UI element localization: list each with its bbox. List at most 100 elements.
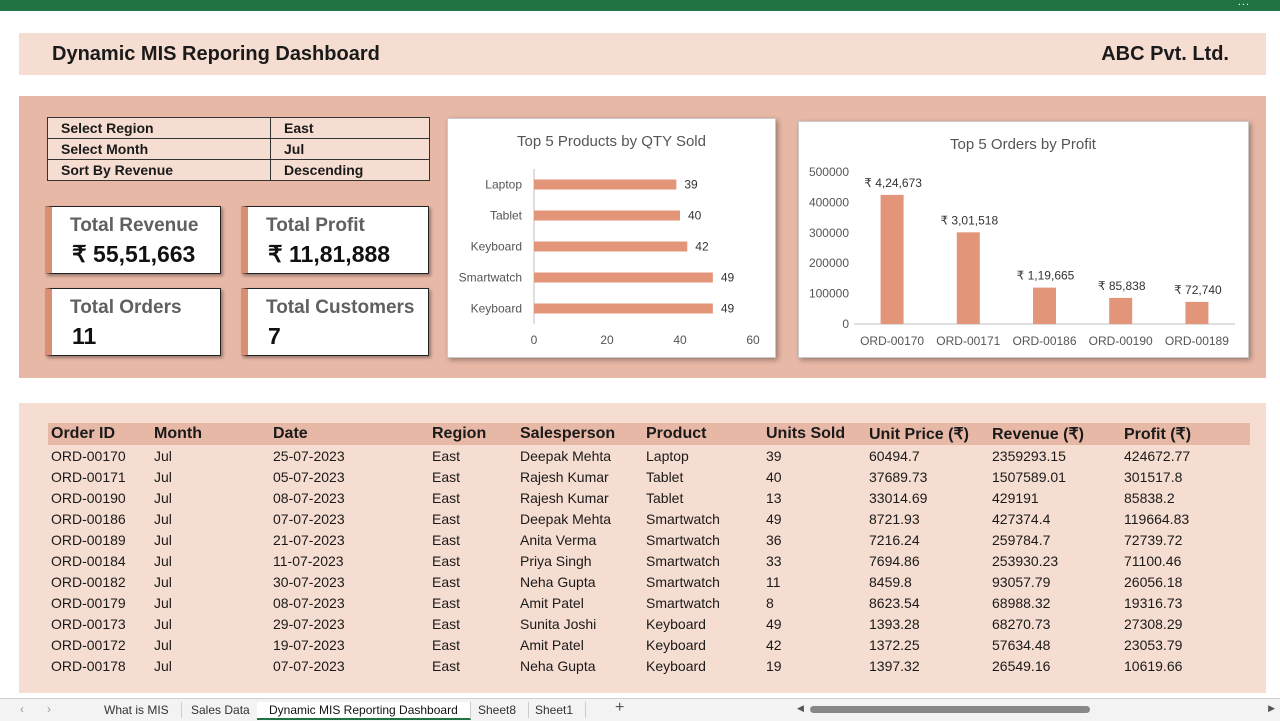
tab-sheet1[interactable]: Sheet1 [523, 702, 587, 718]
table-row[interactable]: ORD-00190 Jul 08-07-2023 East Rajesh Kumar Ta… [48, 487, 1250, 508]
table-row[interactable]: ORD-00173 Jul 29-07-2023 East Sunita Joshi Ke… [48, 613, 1250, 634]
table-cell[interactable]: 49 [763, 508, 866, 529]
table-cell[interactable]: 07-07-2023 [270, 508, 429, 529]
table-row[interactable]: ORD-00170 Jul 25-07-2023 East Deepak Mehta La… [48, 445, 1250, 466]
table-cell[interactable]: 2359293.15 [989, 445, 1121, 466]
table-cell[interactable]: ORD-00190 [48, 487, 151, 508]
table-cell[interactable]: Tablet [643, 487, 763, 508]
chart-top-products[interactable]: Top 5 Products by QTY Sold Laptop 39 Tablet… [447, 118, 776, 358]
table-cell[interactable]: Keyboard [643, 613, 763, 634]
table-cell[interactable]: East [429, 571, 517, 592]
table-cell[interactable]: 05-07-2023 [270, 466, 429, 487]
table-cell[interactable]: 08-07-2023 [270, 487, 429, 508]
column-header[interactable]: Profit (₹) [1121, 423, 1250, 445]
table-cell[interactable]: 424672.77 [1121, 445, 1250, 466]
column-header[interactable]: Region [429, 423, 517, 445]
table-cell[interactable]: 07-07-2023 [270, 655, 429, 676]
table-row[interactable]: ORD-00178 Jul 07-07-2023 East Neha Gupta Keyb… [48, 655, 1250, 676]
column-header[interactable]: Units Sold [763, 423, 866, 445]
table-cell[interactable]: 68270.73 [989, 613, 1121, 634]
table-cell[interactable]: Amit Patel [517, 592, 643, 613]
table-cell[interactable]: 40 [763, 466, 866, 487]
table-row[interactable]: ORD-00182 Jul 30-07-2023 East Neha Gupta Smar… [48, 571, 1250, 592]
table-cell[interactable]: ORD-00182 [48, 571, 151, 592]
table-cell[interactable]: 8623.54 [866, 592, 989, 613]
table-cell[interactable]: 13 [763, 487, 866, 508]
more-options-icon[interactable]: ... [1238, 0, 1250, 8]
table-cell[interactable]: 19-07-2023 [270, 634, 429, 655]
table-cell[interactable]: Amit Patel [517, 634, 643, 655]
table-cell[interactable]: Jul [151, 466, 270, 487]
table-cell[interactable]: ORD-00172 [48, 634, 151, 655]
table-cell[interactable]: 71100.46 [1121, 550, 1250, 571]
table-cell[interactable]: Smartwatch [643, 529, 763, 550]
month-select[interactable]: Jul [270, 138, 430, 160]
table-cell[interactable]: Jul [151, 445, 270, 466]
table-cell[interactable]: East [429, 487, 517, 508]
column-header[interactable]: Unit Price (₹) [866, 423, 989, 445]
table-cell[interactable]: 1507589.01 [989, 466, 1121, 487]
column-header[interactable]: Month [151, 423, 270, 445]
column-header[interactable]: Order ID [48, 423, 151, 445]
table-cell[interactable]: East [429, 613, 517, 634]
table-cell[interactable]: Jul [151, 550, 270, 571]
table-cell[interactable]: 8459.8 [866, 571, 989, 592]
scroll-left-icon[interactable]: ◀ [797, 703, 804, 714]
table-cell[interactable]: 36 [763, 529, 866, 550]
column-header[interactable]: Revenue (₹) [989, 423, 1121, 445]
kpi-total-customers[interactable]: Total Customers 7 [241, 288, 429, 356]
column-header[interactable]: Date [270, 423, 429, 445]
table-cell[interactable]: East [429, 529, 517, 550]
table-cell[interactable]: 10619.66 [1121, 655, 1250, 676]
table-cell[interactable]: Keyboard [643, 634, 763, 655]
table-row[interactable]: ORD-00171 Jul 05-07-2023 East Rajesh Kumar Ta… [48, 466, 1250, 487]
table-cell[interactable]: 7216.24 [866, 529, 989, 550]
table-cell[interactable]: 33014.69 [866, 487, 989, 508]
table-cell[interactable]: Jul [151, 529, 270, 550]
table-row[interactable]: ORD-00179 Jul 08-07-2023 East Amit Patel Smar… [48, 592, 1250, 613]
table-cell[interactable]: Smartwatch [643, 508, 763, 529]
kpi-total-orders[interactable]: Total Orders 11 [45, 288, 221, 356]
table-cell[interactable]: 49 [763, 613, 866, 634]
table-cell[interactable]: Rajesh Kumar [517, 487, 643, 508]
table-cell[interactable]: ORD-00179 [48, 592, 151, 613]
table-cell[interactable]: ORD-00171 [48, 466, 151, 487]
table-cell[interactable]: 1393.28 [866, 613, 989, 634]
table-cell[interactable]: Jul [151, 487, 270, 508]
table-cell[interactable]: Jul [151, 571, 270, 592]
table-cell[interactable]: ORD-00189 [48, 529, 151, 550]
table-row[interactable]: ORD-00186 Jul 07-07-2023 East Deepak Mehta Sm… [48, 508, 1250, 529]
table-cell[interactable]: Jul [151, 634, 270, 655]
table-cell[interactable]: ORD-00186 [48, 508, 151, 529]
table-cell[interactable]: Jul [151, 613, 270, 634]
table-cell[interactable]: Deepak Mehta [517, 508, 643, 529]
table-cell[interactable]: 72739.72 [1121, 529, 1250, 550]
table-cell[interactable]: 27308.29 [1121, 613, 1250, 634]
table-cell[interactable]: 19 [763, 655, 866, 676]
table-cell[interactable]: 1397.32 [866, 655, 989, 676]
table-cell[interactable]: East [429, 508, 517, 529]
table-cell[interactable]: Neha Gupta [517, 655, 643, 676]
table-cell[interactable]: Anita Verma [517, 529, 643, 550]
table-cell[interactable]: East [429, 550, 517, 571]
table-cell[interactable]: Laptop [643, 445, 763, 466]
table-cell[interactable]: Sunita Joshi [517, 613, 643, 634]
table-cell[interactable]: Jul [151, 508, 270, 529]
kpi-total-profit[interactable]: Total Profit ₹ 11,81,888 [241, 206, 429, 274]
horizontal-scrollbar[interactable]: ◀ ▶ [797, 703, 1275, 717]
region-select[interactable]: East [270, 117, 430, 139]
table-cell[interactable]: East [429, 466, 517, 487]
table-row[interactable]: ORD-00189 Jul 21-07-2023 East Anita Verma Sma… [48, 529, 1250, 550]
table-cell[interactable]: 26056.18 [1121, 571, 1250, 592]
table-cell[interactable]: East [429, 445, 517, 466]
table-cell[interactable]: 19316.73 [1121, 592, 1250, 613]
table-cell[interactable]: Tablet [643, 466, 763, 487]
table-row[interactable]: ORD-00172 Jul 19-07-2023 East Amit Patel Keyb… [48, 634, 1250, 655]
table-cell[interactable]: 57634.48 [989, 634, 1121, 655]
table-cell[interactable]: East [429, 655, 517, 676]
tab-sheet8[interactable]: Sheet8 [466, 702, 530, 718]
table-cell[interactable]: 253930.23 [989, 550, 1121, 571]
table-cell[interactable]: 30-07-2023 [270, 571, 429, 592]
tab-dynamic-mis-dashboard[interactable]: Dynamic MIS Reporting Dashboard [257, 702, 471, 720]
table-cell[interactable]: 11 [763, 571, 866, 592]
